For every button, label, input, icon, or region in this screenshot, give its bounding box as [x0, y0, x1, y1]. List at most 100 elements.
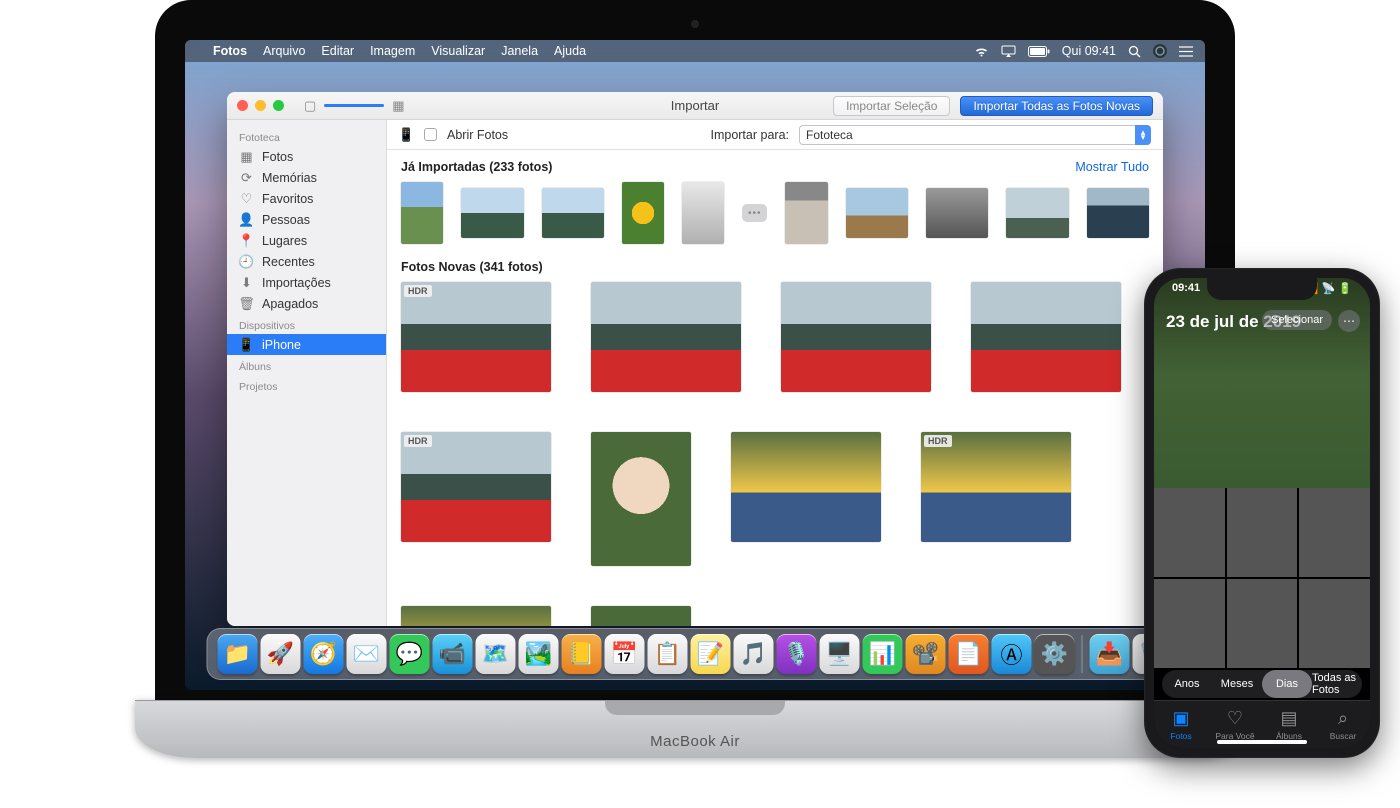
- thumbnail[interactable]: [591, 606, 691, 626]
- dock-settings-icon[interactable]: ⚙️: [1035, 634, 1075, 674]
- thumbnail[interactable]: [971, 282, 1121, 392]
- iphone-thumbnail[interactable]: [1154, 488, 1225, 577]
- sidebar-toggle-icon[interactable]: ▢: [304, 98, 316, 114]
- thumbnail[interactable]: [781, 282, 931, 392]
- tab-photos[interactable]: ▣Fotos: [1154, 701, 1208, 748]
- iphone-hero-photo[interactable]: [1154, 278, 1370, 488]
- thumbnail[interactable]: [1006, 188, 1068, 238]
- thumbnail[interactable]: [542, 188, 604, 238]
- sidebar-item-trash[interactable]: 🗑Apagados: [227, 293, 386, 314]
- menu-image[interactable]: Imagem: [370, 44, 415, 58]
- sidebar-item-recents[interactable]: 🕘Recentes: [227, 251, 386, 272]
- menu-view[interactable]: Visualizar: [431, 44, 485, 58]
- menu-file[interactable]: Arquivo: [263, 44, 305, 58]
- seg-days[interactable]: Dias: [1262, 670, 1312, 698]
- thumbnail[interactable]: [622, 182, 664, 244]
- iphone-select-button[interactable]: Selecionar: [1262, 310, 1332, 330]
- app-menu[interactable]: Fotos: [213, 44, 247, 58]
- dock-numbers-icon[interactable]: 📊: [863, 634, 903, 674]
- thumbnail[interactable]: [682, 182, 724, 244]
- dock-music-icon[interactable]: 🎵: [734, 634, 774, 674]
- dock-keynote-icon[interactable]: 📽️: [906, 634, 946, 674]
- battery-icon[interactable]: [1028, 46, 1050, 57]
- seg-all-photos[interactable]: Todas as Fotos: [1312, 670, 1362, 698]
- sidebar-item-people[interactable]: 👤Pessoas: [227, 209, 386, 230]
- menu-help[interactable]: Ajuda: [554, 44, 586, 58]
- sidebar-item-iphone[interactable]: 📱iPhone: [227, 334, 386, 355]
- iphone-thumbnail[interactable]: [1154, 579, 1225, 668]
- dock-maps-icon[interactable]: 🗺️: [476, 634, 516, 674]
- dock-calendar-icon[interactable]: 📅: [605, 634, 645, 674]
- import-to-label: Importar para:: [710, 128, 789, 142]
- import-icon: ⬇: [239, 275, 254, 290]
- thumbnail[interactable]: HDR: [401, 432, 551, 566]
- spotlight-icon[interactable]: [1128, 45, 1141, 58]
- import-all-new-button[interactable]: Importar Todas as Fotos Novas: [960, 96, 1153, 116]
- thumbnail[interactable]: [401, 606, 551, 626]
- trash-icon: 🗑: [239, 296, 254, 311]
- thumbnail[interactable]: [591, 282, 741, 392]
- thumbnail[interactable]: [1087, 188, 1149, 238]
- notification-center-icon[interactable]: [1179, 46, 1193, 57]
- menu-window[interactable]: Janela: [501, 44, 538, 58]
- thumbnail[interactable]: HDR: [921, 432, 1071, 566]
- thumbnail[interactable]: [731, 432, 881, 566]
- dock-contacts-icon[interactable]: 📒: [562, 634, 602, 674]
- dock-messages-icon[interactable]: 💬: [390, 634, 430, 674]
- sidebar-item-photos[interactable]: ▦Fotos: [227, 146, 386, 167]
- dock-downloads-icon[interactable]: 📥: [1090, 634, 1130, 674]
- import-selection-button[interactable]: Importar Seleção: [833, 96, 950, 116]
- dock-pages-icon[interactable]: 📄: [949, 634, 989, 674]
- thumbnail-zoom-slider[interactable]: [324, 104, 384, 107]
- iphone-screen: 09:41 📶 📡 🔋 23 de jul de 2019 Selecionar…: [1154, 278, 1370, 748]
- thumbnail[interactable]: [591, 432, 691, 566]
- seg-months[interactable]: Meses: [1212, 670, 1262, 698]
- dock-notes-icon[interactable]: 📝: [691, 634, 731, 674]
- iphone-view-segmented-control[interactable]: Anos Meses Dias Todas as Fotos: [1162, 670, 1362, 698]
- thumbnail[interactable]: [461, 188, 523, 238]
- dock-launchpad-icon[interactable]: 🚀: [261, 634, 301, 674]
- sidebar-section-devices: Dispositivos: [227, 314, 386, 334]
- dock-podcasts-icon[interactable]: 🎙️: [777, 634, 817, 674]
- dock-photos-icon[interactable]: 🏞️: [519, 634, 559, 674]
- dock-facetime-icon[interactable]: 📹: [433, 634, 473, 674]
- sidebar-item-imports[interactable]: ⬇Importações: [227, 272, 386, 293]
- seg-years[interactable]: Anos: [1162, 670, 1212, 698]
- sidebar-item-favorites[interactable]: ♡Favoritos: [227, 188, 386, 209]
- dock-tv-icon[interactable]: 🖥️: [820, 634, 860, 674]
- dock-appstore-icon[interactable]: Ⓐ: [992, 634, 1032, 674]
- iphone-thumbnail[interactable]: [1227, 488, 1298, 577]
- show-all-link[interactable]: Mostrar Tudo: [1075, 160, 1149, 174]
- airplay-icon[interactable]: [1001, 45, 1016, 57]
- dock-reminders-icon[interactable]: 📋: [648, 634, 688, 674]
- dock-safari-icon[interactable]: 🧭: [304, 634, 344, 674]
- iphone-thumbnail[interactable]: [1227, 579, 1298, 668]
- thumbnail[interactable]: [846, 188, 908, 238]
- minimize-button[interactable]: [255, 100, 266, 111]
- tab-search[interactable]: ⌕Buscar: [1316, 701, 1370, 748]
- siri-icon[interactable]: [1153, 44, 1167, 58]
- dock-finder-icon[interactable]: 📁: [218, 634, 258, 674]
- zoom-button[interactable]: [273, 100, 284, 111]
- sidebar-section-albums[interactable]: Álbuns: [227, 355, 386, 375]
- thumbnail[interactable]: [401, 182, 443, 244]
- thumbnail[interactable]: [785, 182, 827, 244]
- dock-mail-icon[interactable]: ✉️: [347, 634, 387, 674]
- menubar-clock[interactable]: Qui 09:41: [1062, 44, 1116, 58]
- sidebar-item-places[interactable]: 📍Lugares: [227, 230, 386, 251]
- more-thumbnails-indicator[interactable]: •••: [742, 204, 767, 222]
- close-button[interactable]: [237, 100, 248, 111]
- import-destination-select[interactable]: Fototeca ▴▾: [799, 125, 1151, 145]
- grid-icon[interactable]: ▦: [392, 98, 404, 114]
- iphone-thumbnail[interactable]: [1299, 488, 1370, 577]
- thumbnail[interactable]: HDR: [401, 282, 551, 392]
- sidebar-item-memories[interactable]: ⟳Memórias: [227, 167, 386, 188]
- wifi-icon[interactable]: [974, 46, 989, 57]
- thumbnail[interactable]: [926, 188, 988, 238]
- open-photos-checkbox[interactable]: [424, 128, 437, 141]
- iphone-thumbnail[interactable]: [1299, 579, 1370, 668]
- home-indicator[interactable]: [1217, 740, 1307, 744]
- sidebar-section-projects[interactable]: Projetos: [227, 375, 386, 395]
- iphone-more-button[interactable]: ⋯: [1338, 310, 1360, 332]
- menu-edit[interactable]: Editar: [321, 44, 354, 58]
